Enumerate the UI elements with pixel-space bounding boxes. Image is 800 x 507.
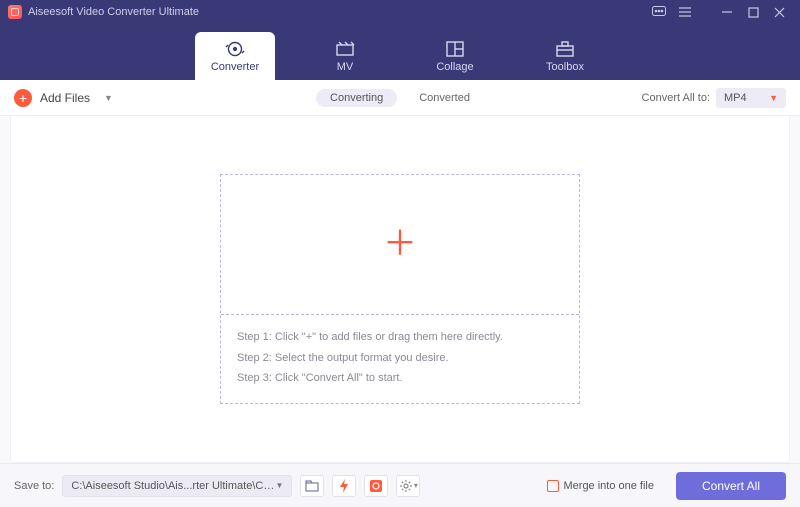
main-nav: Converter MV Collage Toolbox (0, 24, 800, 80)
dropzone-add-area[interactable]: ＋ (221, 175, 579, 315)
close-icon[interactable] (766, 0, 792, 24)
plus-icon: + (14, 89, 32, 107)
output-format-value: MP4 (724, 92, 747, 104)
merge-checkbox[interactable]: Merge into one file (547, 480, 655, 492)
step-text: Step 3: Click "Convert All" to start. (237, 368, 563, 389)
mv-icon (335, 40, 355, 58)
tab-label: MV (337, 61, 354, 73)
status-tabs: Converting Converted (316, 89, 484, 107)
chevron-down-icon: ▼ (769, 93, 778, 103)
bottombar: Save to: C:\Aiseesoft Studio\Ais...rter … (0, 463, 800, 507)
step-text: Step 2: Select the output format you des… (237, 348, 563, 369)
add-files-label: Add Files (40, 91, 90, 105)
tab-label: Toolbox (546, 61, 584, 73)
tab-label: Collage (436, 61, 473, 73)
merge-label: Merge into one file (564, 480, 655, 492)
chevron-down-icon: ▼ (275, 481, 283, 490)
menu-icon[interactable] (672, 0, 698, 24)
save-path-value: C:\Aiseesoft Studio\Ais...rter Ultimate\… (71, 480, 275, 492)
save-path-dropdown[interactable]: C:\Aiseesoft Studio\Ais...rter Ultimate\… (62, 475, 292, 497)
add-files-button[interactable]: + Add Files ▼ (14, 89, 113, 107)
high-speed-button[interactable] (364, 475, 388, 497)
collage-icon (446, 40, 464, 58)
gpu-accel-button[interactable] (332, 475, 356, 497)
plus-icon: ＋ (383, 227, 417, 261)
tab-mv[interactable]: MV (305, 32, 385, 80)
chevron-down-icon[interactable]: ▼ (104, 93, 113, 103)
dropzone[interactable]: ＋ Step 1: Click "+" to add files or drag… (220, 174, 580, 405)
app-title: Aiseesoft Video Converter Ultimate (28, 6, 199, 18)
subtab-converting[interactable]: Converting (316, 89, 397, 107)
output-format-dropdown[interactable]: MP4 ▼ (716, 88, 786, 108)
checkbox-icon (547, 480, 559, 492)
tab-toolbox[interactable]: Toolbox (525, 32, 605, 80)
convert-all-to-label: Convert All to: (642, 92, 710, 104)
minimize-icon[interactable] (714, 0, 740, 24)
open-folder-button[interactable] (300, 475, 324, 497)
app-logo-icon (8, 5, 22, 19)
save-to-label: Save to: (14, 480, 54, 492)
converter-icon (225, 40, 245, 58)
step-text: Step 1: Click "+" to add files or drag t… (237, 327, 563, 348)
workspace: ＋ Step 1: Click "+" to add files or drag… (10, 116, 790, 463)
convert-all-button[interactable]: Convert All (676, 472, 786, 500)
chevron-down-icon: ▾ (414, 481, 418, 490)
instructions: Step 1: Click "+" to add files or drag t… (221, 315, 579, 404)
tab-label: Converter (211, 61, 259, 73)
titlebar: Aiseesoft Video Converter Ultimate (0, 0, 800, 24)
convert-all-to: Convert All to: MP4 ▼ (642, 88, 786, 108)
settings-button[interactable]: ▾ (396, 475, 420, 497)
feedback-icon[interactable] (646, 0, 672, 24)
tab-collage[interactable]: Collage (415, 32, 495, 80)
toolbar: + Add Files ▼ Converting Converted Conve… (0, 80, 800, 116)
maximize-icon[interactable] (740, 0, 766, 24)
app-window: Aiseesoft Video Converter Ultimate Conve… (0, 0, 800, 507)
subtab-converted[interactable]: Converted (405, 89, 484, 107)
toolbox-icon (556, 40, 574, 58)
tab-converter[interactable]: Converter (195, 32, 275, 80)
